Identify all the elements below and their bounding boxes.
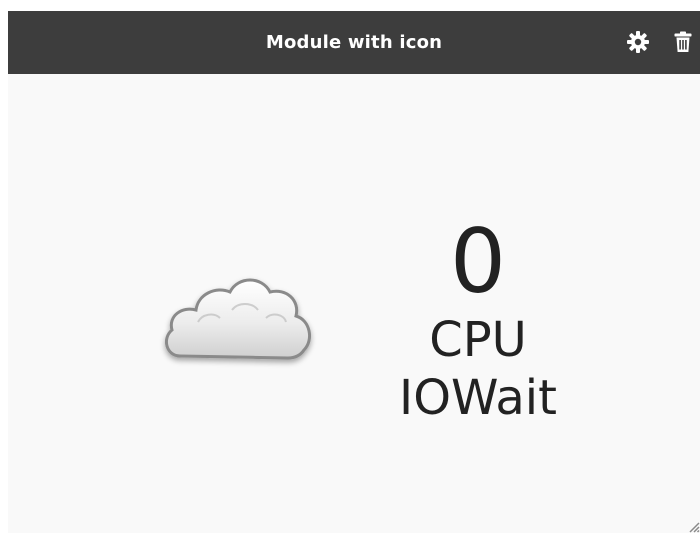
widget-title: Module with icon [265, 32, 443, 53]
widget-titlebar[interactable]: Module with icon [8, 11, 700, 74]
resize-handle-icon[interactable] [684, 517, 700, 533]
widget-body: 0 CPU IOWait [8, 74, 700, 533]
module-widget: Module with icon 0 CPU IOWait [8, 11, 700, 533]
trash-icon[interactable] [671, 30, 695, 54]
gear-icon[interactable] [626, 30, 650, 54]
metric-value: 0 [450, 210, 506, 313]
cloud-icon [158, 264, 318, 374]
metric-label-line2: IOWait [399, 370, 557, 426]
metric-label-line1: CPU [429, 312, 527, 368]
metric-block: 0 CPU IOWait [328, 210, 628, 427]
